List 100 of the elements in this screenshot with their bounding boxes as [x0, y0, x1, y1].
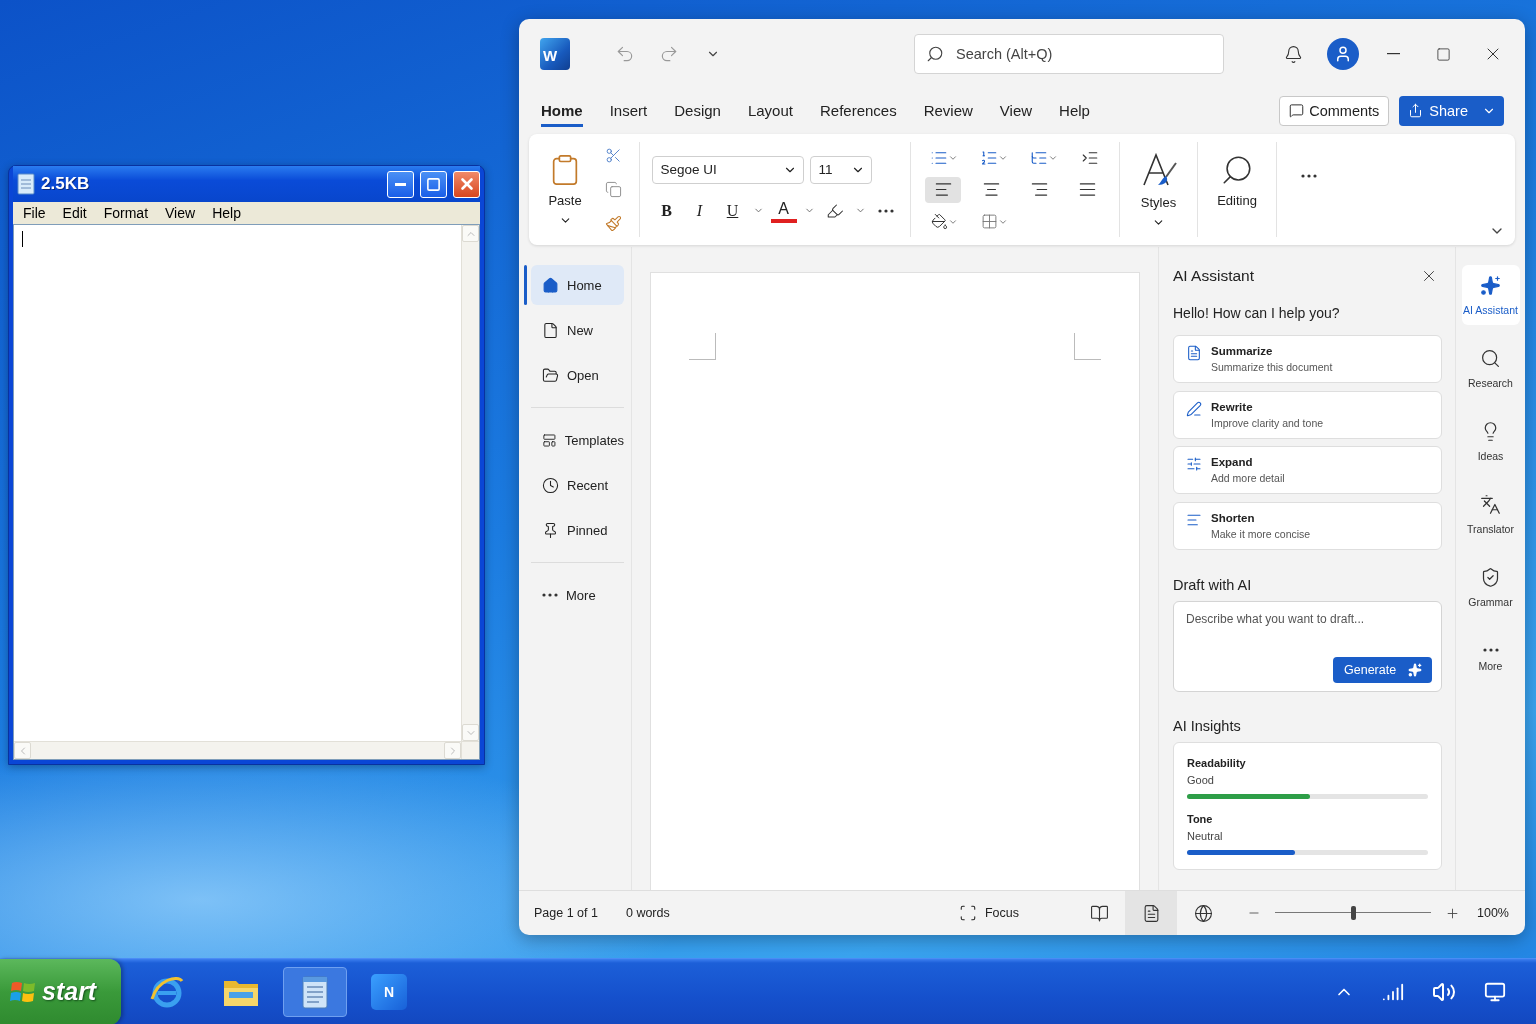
maximize-icon — [1435, 46, 1451, 62]
pen-icon — [1186, 400, 1202, 417]
close-button[interactable] — [453, 170, 480, 198]
start-button[interactable]: start — [0, 958, 121, 1024]
highlighter-icon — [825, 201, 844, 220]
panel-title: AI Assistant — [1173, 267, 1254, 285]
menu-item[interactable]: View — [157, 205, 205, 221]
focus-button[interactable]: Focus — [958, 904, 1019, 922]
search-field[interactable]: Search (Alt+Q) — [914, 34, 1224, 74]
italic-button[interactable]: I — [686, 197, 713, 224]
focus-icon — [958, 904, 977, 922]
translate-icon — [1480, 493, 1501, 515]
window-title: 2.5KB — [41, 174, 91, 194]
document-icon — [542, 321, 559, 339]
paste-button[interactable]: Paste — [542, 148, 588, 231]
template-icon — [542, 431, 557, 449]
notepad-icon — [17, 173, 35, 195]
metric-name: Tone — [1187, 813, 1214, 825]
notepad-icon — [300, 973, 330, 1010]
monitor-icon — [1484, 980, 1506, 1003]
font-select[interactable]: Segoe UI — [651, 155, 804, 184]
side-tab[interactable]: Research — [1461, 338, 1520, 398]
menu-item[interactable]: Format — [95, 205, 158, 221]
ribbon-tab[interactable]: Insert — [609, 94, 648, 127]
align-justify-icon — [1077, 180, 1097, 199]
avatar[interactable] — [1327, 38, 1359, 70]
document-icon — [1186, 345, 1202, 361]
taskbar-app[interactable] — [283, 966, 347, 1017]
paint-bucket-icon — [930, 213, 948, 230]
plus-icon — [1444, 905, 1460, 921]
align-left-button[interactable] — [925, 176, 961, 203]
resize-grip[interactable] — [461, 741, 479, 759]
maximize-button[interactable] — [420, 170, 447, 198]
font-size-select[interactable]: 11 — [809, 155, 872, 184]
minimize-icon — [395, 182, 406, 186]
comments-button[interactable]: Comments — [1279, 95, 1390, 126]
align-right-icon — [1029, 180, 1049, 199]
search-icon — [1480, 347, 1501, 369]
more-icon — [1301, 174, 1317, 178]
underline-button[interactable]: U — [719, 197, 746, 224]
ribbon-tab[interactable]: Home — [541, 94, 583, 127]
styles-button[interactable]: Styles — [1133, 146, 1184, 233]
editing-button[interactable]: Editing — [1211, 149, 1263, 212]
app-logo-icon: W — [540, 38, 570, 70]
action-card[interactable]: Shorten Make it more concise — [1173, 501, 1442, 550]
more-icon — [1482, 648, 1499, 652]
more-icon — [542, 593, 558, 597]
app-logo-icon: N — [371, 973, 407, 1010]
copy-icon — [604, 181, 622, 198]
share-button[interactable]: Share — [1399, 95, 1504, 126]
book-icon — [1089, 903, 1109, 923]
sparkle-icon — [1480, 274, 1501, 296]
metric-name: Readability — [1187, 757, 1247, 769]
menu-item[interactable]: Edit — [54, 205, 96, 221]
bold-button[interactable]: B — [653, 197, 680, 224]
menu-item[interactable]: File — [15, 205, 55, 221]
ribbon-tab[interactable]: Review — [923, 94, 973, 127]
taskbar-app[interactable]: N — [357, 966, 421, 1017]
ribbon-tab[interactable]: Design — [674, 94, 721, 127]
shield-check-icon — [1480, 566, 1501, 588]
align-left-icon — [933, 180, 953, 199]
side-tab[interactable]: Ideas — [1461, 411, 1520, 471]
word-count: 0 words — [625, 906, 670, 920]
slider-thumb[interactable] — [1351, 906, 1356, 920]
bell-icon — [1283, 44, 1303, 64]
share-icon — [1408, 103, 1424, 118]
brush-icon — [604, 215, 622, 232]
metric-value: Neutral — [1187, 830, 1224, 842]
ribbon-tab[interactable]: Layout — [747, 94, 793, 127]
align-center-icon — [981, 180, 1001, 199]
side-tab[interactable]: Grammar — [1461, 557, 1520, 617]
clock-icon — [542, 476, 559, 494]
action-card[interactable]: Rewrite Improve clarity and tone — [1173, 390, 1442, 439]
ribbon-tab[interactable]: View — [999, 94, 1033, 127]
grid-icon — [980, 213, 998, 230]
side-tab[interactable]: More — [1461, 630, 1520, 690]
margin-mark — [689, 333, 716, 360]
section-heading: Draft with AI — [1173, 577, 1253, 593]
side-tab[interactable]: AI Assistant — [1461, 265, 1520, 325]
generate-button[interactable]: Generate — [1333, 657, 1432, 683]
page-count: Page 1 of 1 — [534, 906, 598, 920]
comment-icon — [1289, 103, 1305, 118]
sliders-icon — [1186, 456, 1202, 472]
action-card[interactable]: Summarize Summarize this document — [1173, 335, 1442, 383]
print-view-button[interactable] — [1125, 891, 1177, 935]
draft-field[interactable]: Describe what you want to draft... Generate — [1173, 601, 1442, 692]
home-icon — [542, 276, 559, 294]
scissors-icon — [604, 147, 622, 164]
globe-icon — [1193, 903, 1213, 923]
section-heading: AI Insights — [1173, 718, 1242, 734]
person-icon — [1334, 45, 1352, 63]
side-tab[interactable]: Translator — [1461, 484, 1520, 544]
font-color-button[interactable]: A — [770, 198, 797, 223]
ribbon-tab[interactable]: References — [819, 94, 897, 127]
redo-icon — [659, 44, 679, 64]
menu-item[interactable]: Help — [204, 205, 250, 221]
ribbon-tab[interactable]: Help — [1059, 94, 1090, 127]
action-card[interactable]: Expand Add more detail — [1173, 446, 1442, 494]
zoom-level: 100% — [1477, 906, 1509, 920]
minimize-button[interactable] — [387, 170, 414, 198]
